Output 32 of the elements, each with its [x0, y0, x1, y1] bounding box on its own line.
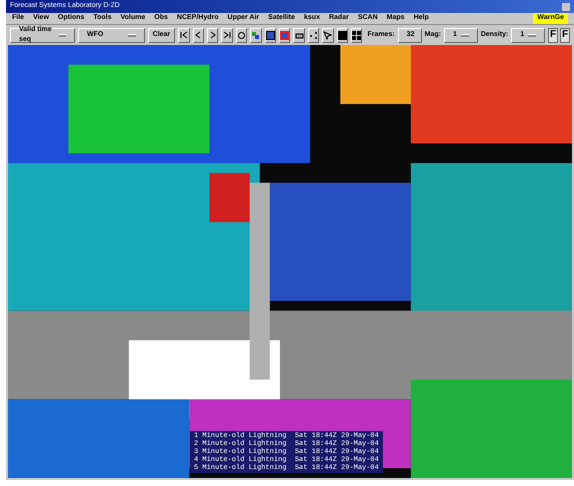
pointer-icon — [323, 30, 332, 40]
dropdown-indicator-icon — [528, 34, 536, 36]
loop-button[interactable] — [236, 28, 248, 42]
dropdown-indicator-icon — [59, 34, 66, 36]
next-frame-button[interactable] — [206, 28, 218, 42]
previous-icon — [195, 31, 202, 39]
image-icon — [266, 30, 275, 40]
dropdown-indicator-icon — [460, 34, 469, 36]
four-panel-icon — [352, 30, 362, 40]
toggle-button[interactable]: F — [548, 28, 558, 42]
single-panel-button[interactable] — [336, 28, 348, 42]
next-icon — [210, 31, 216, 39]
colorful-icon — [251, 30, 260, 40]
previous-frame-button[interactable] — [192, 28, 204, 42]
image-button[interactable] — [264, 28, 276, 42]
loop-icon — [236, 30, 246, 40]
dropdown-indicator-icon — [128, 34, 136, 36]
print-button[interactable] — [293, 28, 305, 42]
cursor-button[interactable] — [322, 28, 334, 42]
last-frame-icon — [223, 31, 232, 39]
first-frame-icon — [180, 31, 188, 39]
last-frame-button[interactable] — [221, 28, 233, 42]
toggle-button[interactable]: F — [560, 28, 570, 42]
points-button[interactable] — [308, 28, 320, 42]
first-frame-button[interactable] — [178, 28, 190, 42]
color-table-icon — [280, 30, 290, 40]
single-panel-icon — [338, 30, 347, 40]
tool-button[interactable] — [250, 28, 262, 42]
points-icon — [309, 30, 318, 40]
color-table-button[interactable] — [279, 28, 290, 42]
printer-icon — [294, 30, 304, 40]
four-panel-button[interactable] — [351, 28, 362, 42]
